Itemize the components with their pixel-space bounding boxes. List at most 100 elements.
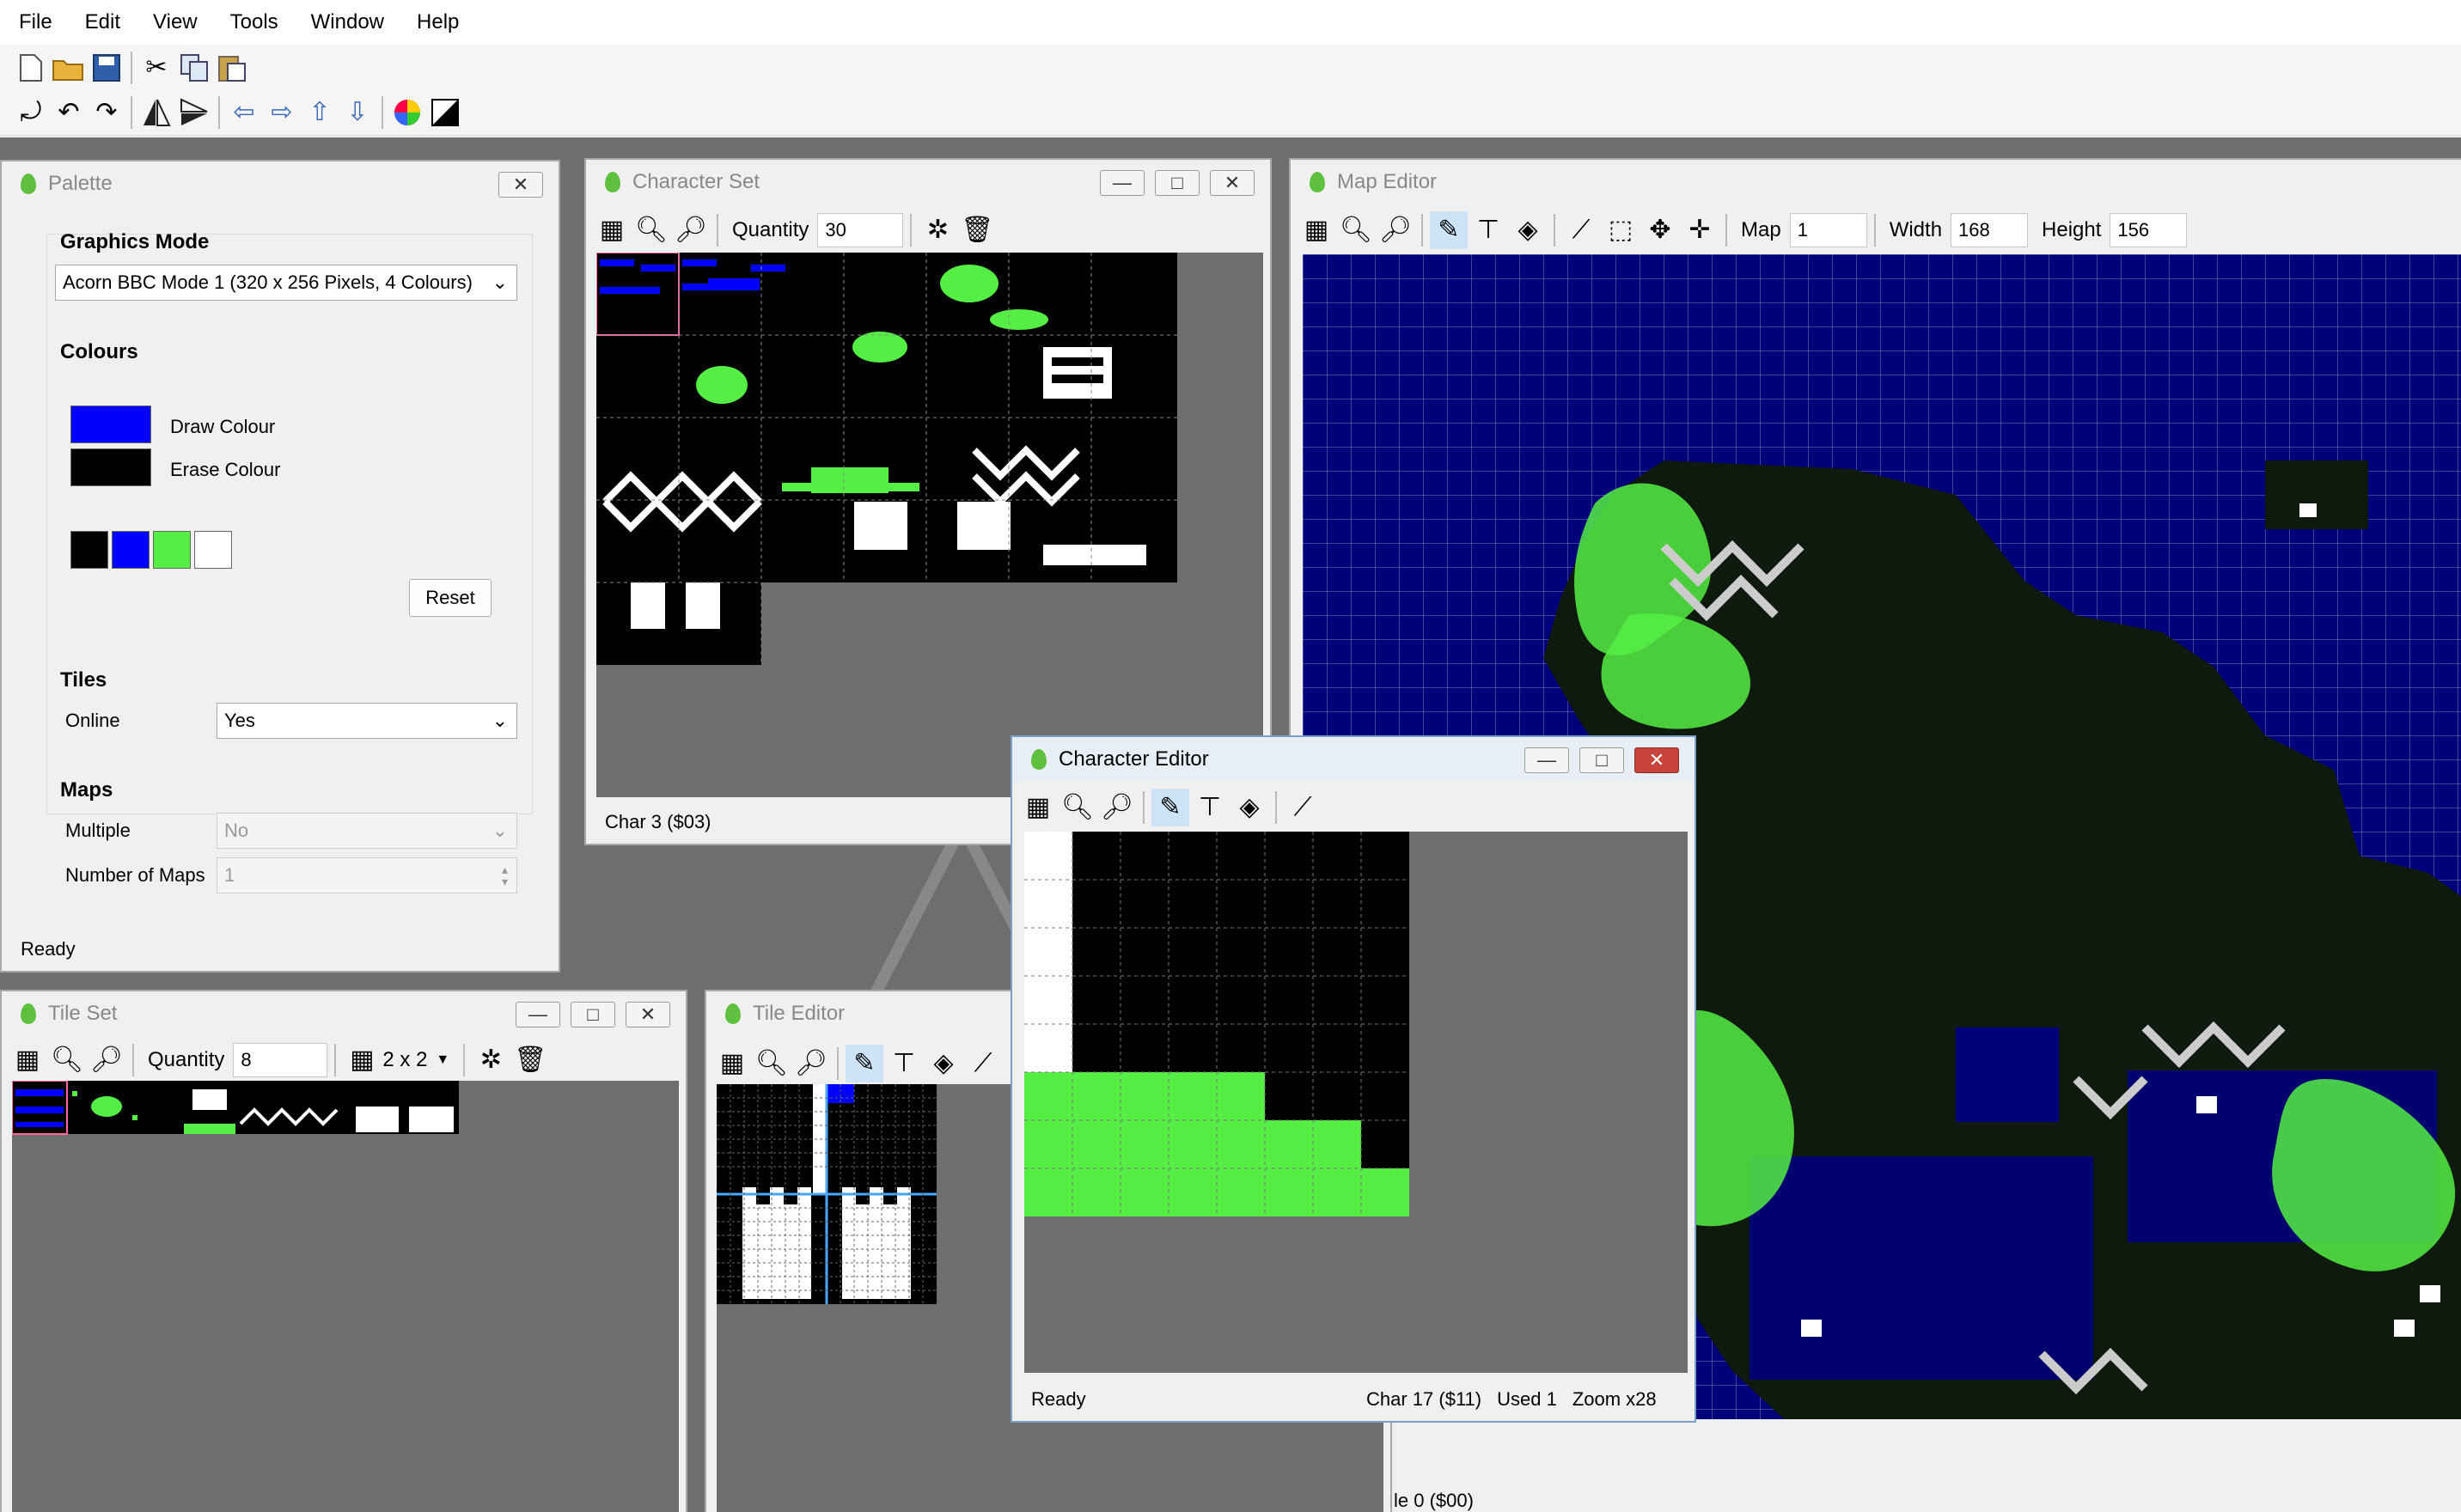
close-button[interactable]: ✕ bbox=[1210, 170, 1255, 196]
minimize-button[interactable]: — bbox=[516, 1002, 560, 1027]
paste-icon[interactable] bbox=[213, 49, 251, 87]
close-button[interactable]: ✕ bbox=[498, 172, 543, 198]
character-editor-status: Ready Char 17 ($11) Used 1 Zoom x28 bbox=[1012, 1378, 1695, 1421]
erase-colour-swatch[interactable] bbox=[70, 448, 151, 486]
trash-icon[interactable]: 🗑 bbox=[511, 1041, 549, 1079]
menu-window[interactable]: Window bbox=[301, 0, 394, 45]
compact-icon[interactable]: ✲ bbox=[919, 211, 956, 249]
toolbar-separator bbox=[218, 95, 220, 129]
fill-bucket-icon[interactable]: ◈ bbox=[925, 1045, 962, 1082]
compact-icon[interactable]: ✲ bbox=[472, 1041, 510, 1079]
trash-icon[interactable]: 🗑 bbox=[958, 211, 996, 249]
quantity-input[interactable]: 30 bbox=[817, 213, 904, 247]
multiple-select[interactable]: No ⌄ bbox=[217, 813, 517, 849]
map-number-input[interactable]: 1 bbox=[1789, 213, 1867, 247]
pencil-icon[interactable]: ✎ bbox=[1151, 789, 1189, 826]
menu-view[interactable]: View bbox=[143, 0, 208, 45]
eyedropper-icon[interactable]: ⟋ bbox=[964, 1045, 1002, 1082]
character-set-grid[interactable] bbox=[595, 252, 1263, 797]
zoom-out-icon[interactable]: 🔍︎ bbox=[1337, 211, 1375, 249]
palette-swatch-black[interactable] bbox=[70, 531, 108, 569]
chevron-down-icon[interactable]: ▼ bbox=[436, 1052, 449, 1068]
map-editor-titlebar[interactable]: Map Editor bbox=[1291, 160, 2461, 204]
close-button[interactable]: ✕ bbox=[626, 1002, 670, 1027]
reset-button[interactable]: Reset bbox=[409, 579, 492, 617]
shift-right-icon[interactable]: ⇨ bbox=[263, 94, 301, 131]
grid-icon[interactable]: ▦ bbox=[593, 211, 631, 249]
zoom-in-icon[interactable]: 🔎︎ bbox=[1098, 789, 1136, 826]
quantity-input[interactable]: 8 bbox=[233, 1043, 328, 1077]
palette-titlebar[interactable]: Palette bbox=[2, 162, 559, 206]
zoom-out-icon[interactable]: 🔍︎ bbox=[1059, 789, 1096, 826]
copy-icon[interactable] bbox=[175, 49, 213, 87]
zoom-out-icon[interactable]: 🔍︎ bbox=[632, 211, 670, 249]
pencil-icon[interactable]: ✎ bbox=[1430, 211, 1468, 249]
select-rectangle-icon[interactable]: ⬚ bbox=[1602, 211, 1640, 249]
toolbar-separator bbox=[1421, 214, 1423, 247]
online-select[interactable]: Yes ⌄ bbox=[217, 703, 517, 739]
shift-down-icon[interactable]: ⇩ bbox=[339, 94, 376, 131]
grid-icon[interactable]: ▦ bbox=[9, 1041, 46, 1079]
palette-swatch-white[interactable] bbox=[194, 531, 232, 569]
flip-vertical-icon[interactable] bbox=[175, 94, 213, 131]
spinner-arrows-icon[interactable]: ▴ ▾ bbox=[502, 863, 508, 887]
palette-swatch-green[interactable] bbox=[153, 531, 191, 569]
color-wheel-icon[interactable] bbox=[388, 94, 426, 131]
menu-edit[interactable]: Edit bbox=[75, 0, 131, 45]
flip-horizontal-icon[interactable] bbox=[137, 94, 175, 131]
shift-up-icon[interactable]: ⇧ bbox=[301, 94, 339, 131]
close-button[interactable]: ✕ bbox=[1634, 747, 1679, 773]
move-icon[interactable]: ✥ bbox=[1641, 211, 1679, 249]
minimize-button[interactable]: — bbox=[1524, 747, 1569, 773]
eyedropper-icon[interactable]: ⟋ bbox=[1562, 211, 1600, 249]
pan-icon[interactable]: ✛ bbox=[1681, 211, 1719, 249]
zoom-out-icon[interactable]: 🔍︎ bbox=[48, 1041, 86, 1079]
number-of-maps-spinner[interactable]: 1 ▴ ▾ bbox=[217, 857, 517, 893]
tile-set-canvas[interactable] bbox=[11, 1080, 679, 1512]
fill-bucket-icon[interactable]: ◈ bbox=[1509, 211, 1547, 249]
new-file-icon[interactable] bbox=[12, 49, 50, 87]
invert-icon[interactable] bbox=[426, 94, 464, 131]
height-input[interactable]: 156 bbox=[2110, 213, 2188, 247]
menu-help[interactable]: Help bbox=[406, 0, 469, 45]
grid-icon[interactable]: ▦ bbox=[1298, 211, 1335, 249]
width-input[interactable]: 168 bbox=[1951, 213, 2029, 247]
eyedropper-icon[interactable]: ⟋ bbox=[1284, 789, 1322, 826]
draw-colour-swatch[interactable] bbox=[70, 405, 151, 443]
menu-file[interactable]: File bbox=[9, 0, 63, 45]
open-folder-icon[interactable] bbox=[50, 49, 88, 87]
character-set-canvas[interactable] bbox=[595, 252, 1263, 797]
minimize-button[interactable]: — bbox=[1100, 170, 1145, 196]
grid-icon[interactable]: ▦ bbox=[713, 1045, 751, 1082]
cut-icon[interactable]: ✂ bbox=[137, 49, 175, 87]
tile-size-value[interactable]: 2 x 2 bbox=[382, 1048, 427, 1072]
tile-set-strip[interactable] bbox=[11, 1080, 679, 1512]
pencil-icon[interactable]: ✎ bbox=[846, 1045, 883, 1082]
zoom-out-icon[interactable]: 🔍︎ bbox=[753, 1045, 791, 1082]
character-editor-pixel-grid[interactable] bbox=[1024, 832, 1688, 1373]
graphics-mode-select[interactable]: Acorn BBC Mode 1 (320 x 256 Pixels, 4 Co… bbox=[55, 265, 517, 301]
zoom-in-icon[interactable]: 🔎︎ bbox=[672, 211, 710, 249]
status-used: Used 1 bbox=[1497, 1388, 1557, 1410]
paint-roller-icon[interactable]: ⊤ bbox=[1191, 789, 1229, 826]
palette-swatch-blue[interactable] bbox=[112, 531, 150, 569]
toolbar-separator bbox=[1873, 214, 1876, 247]
maximize-button[interactable]: □ bbox=[571, 1002, 615, 1027]
maximize-button[interactable]: □ bbox=[1579, 747, 1624, 773]
shift-left-icon[interactable]: ⇦ bbox=[225, 94, 263, 131]
zoom-in-icon[interactable]: 🔎︎ bbox=[792, 1045, 830, 1082]
grid-icon[interactable]: ▦ bbox=[1019, 789, 1057, 826]
status-char: Char 17 ($11) bbox=[1366, 1388, 1482, 1410]
character-editor-canvas[interactable] bbox=[1024, 832, 1688, 1373]
save-icon[interactable] bbox=[88, 49, 125, 87]
fill-bucket-icon[interactable]: ◈ bbox=[1230, 789, 1268, 826]
zoom-in-icon[interactable]: 🔎︎ bbox=[88, 1041, 125, 1079]
paint-roller-icon[interactable]: ⊤ bbox=[885, 1045, 923, 1082]
paint-roller-icon[interactable]: ⊤ bbox=[1469, 211, 1507, 249]
rotate-right-icon[interactable]: ↷ bbox=[88, 94, 125, 131]
menu-tools[interactable]: Tools bbox=[220, 0, 289, 45]
zoom-in-icon[interactable]: 🔎︎ bbox=[1377, 211, 1414, 249]
maximize-button[interactable]: □ bbox=[1155, 170, 1200, 196]
rotate-icon[interactable]: ⤾ bbox=[12, 94, 50, 131]
rotate-left-icon[interactable]: ↶ bbox=[50, 94, 88, 131]
